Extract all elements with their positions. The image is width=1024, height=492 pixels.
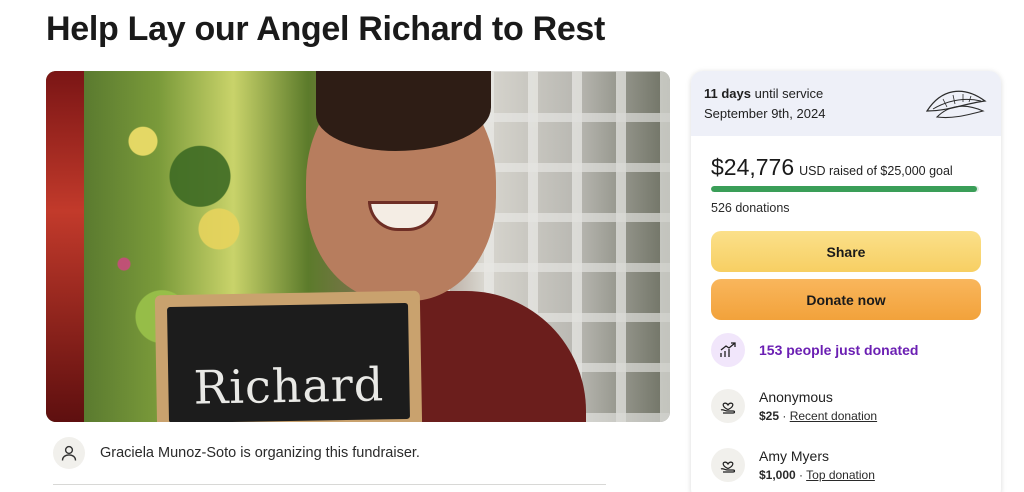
divider bbox=[53, 484, 606, 485]
heart-hand-icon bbox=[711, 389, 745, 423]
donation-amount: $1,000 bbox=[759, 468, 796, 482]
days-suffix: until service bbox=[754, 86, 824, 101]
heart-hand-icon bbox=[711, 448, 745, 482]
leaf-icon bbox=[925, 90, 987, 119]
trending-up-icon bbox=[711, 333, 745, 367]
progress-fill bbox=[711, 186, 977, 192]
photo-background-curtain bbox=[46, 71, 84, 422]
donation-amount: $25 bbox=[759, 409, 780, 423]
recent-donation-link[interactable]: Recent donation bbox=[790, 409, 877, 423]
people-just-donated: 153 people just donated bbox=[759, 342, 919, 358]
share-button[interactable]: Share bbox=[711, 231, 981, 272]
donation-sidebar: 11 days until service September 9th, 202… bbox=[691, 71, 1001, 492]
donate-now-button[interactable]: Donate now bbox=[711, 279, 981, 320]
donation-item: Anonymous $25 · Recent donation bbox=[711, 389, 877, 423]
organizer-text: Graciela Munoz-Soto is organizing this f… bbox=[100, 445, 420, 461]
organizer-row[interactable]: Graciela Munoz-Soto is organizing this f… bbox=[53, 437, 420, 469]
donation-separator: · bbox=[779, 409, 790, 423]
service-countdown: 11 days until service September 9th, 202… bbox=[691, 71, 1001, 136]
donor-name: Anonymous bbox=[759, 389, 833, 405]
top-donation-link[interactable]: Top donation bbox=[806, 468, 875, 482]
person-icon bbox=[53, 437, 85, 469]
raised-amount: $24,776 bbox=[711, 154, 795, 180]
donation-item: Amy Myers $1,000 · Top donation bbox=[711, 448, 875, 482]
donation-separator: · bbox=[795, 468, 807, 482]
chalkboard: Richard bbox=[154, 290, 423, 422]
amount-raised: $24,776 USD raised of $25,000 goal bbox=[711, 154, 953, 181]
fundraiser-photo: Richard bbox=[46, 71, 670, 422]
days-until-service: 11 days bbox=[704, 86, 751, 101]
chalkboard-text: Richard bbox=[193, 357, 385, 415]
progress-bar bbox=[711, 186, 979, 192]
donations-count: 526 donations bbox=[711, 201, 790, 215]
goal-text: USD raised of $25,000 goal bbox=[799, 164, 953, 178]
donor-name: Amy Myers bbox=[759, 448, 829, 464]
page-title: Help Lay our Angel Richard to Rest bbox=[46, 10, 606, 48]
recent-donations-summary[interactable]: 153 people just donated bbox=[711, 333, 918, 367]
